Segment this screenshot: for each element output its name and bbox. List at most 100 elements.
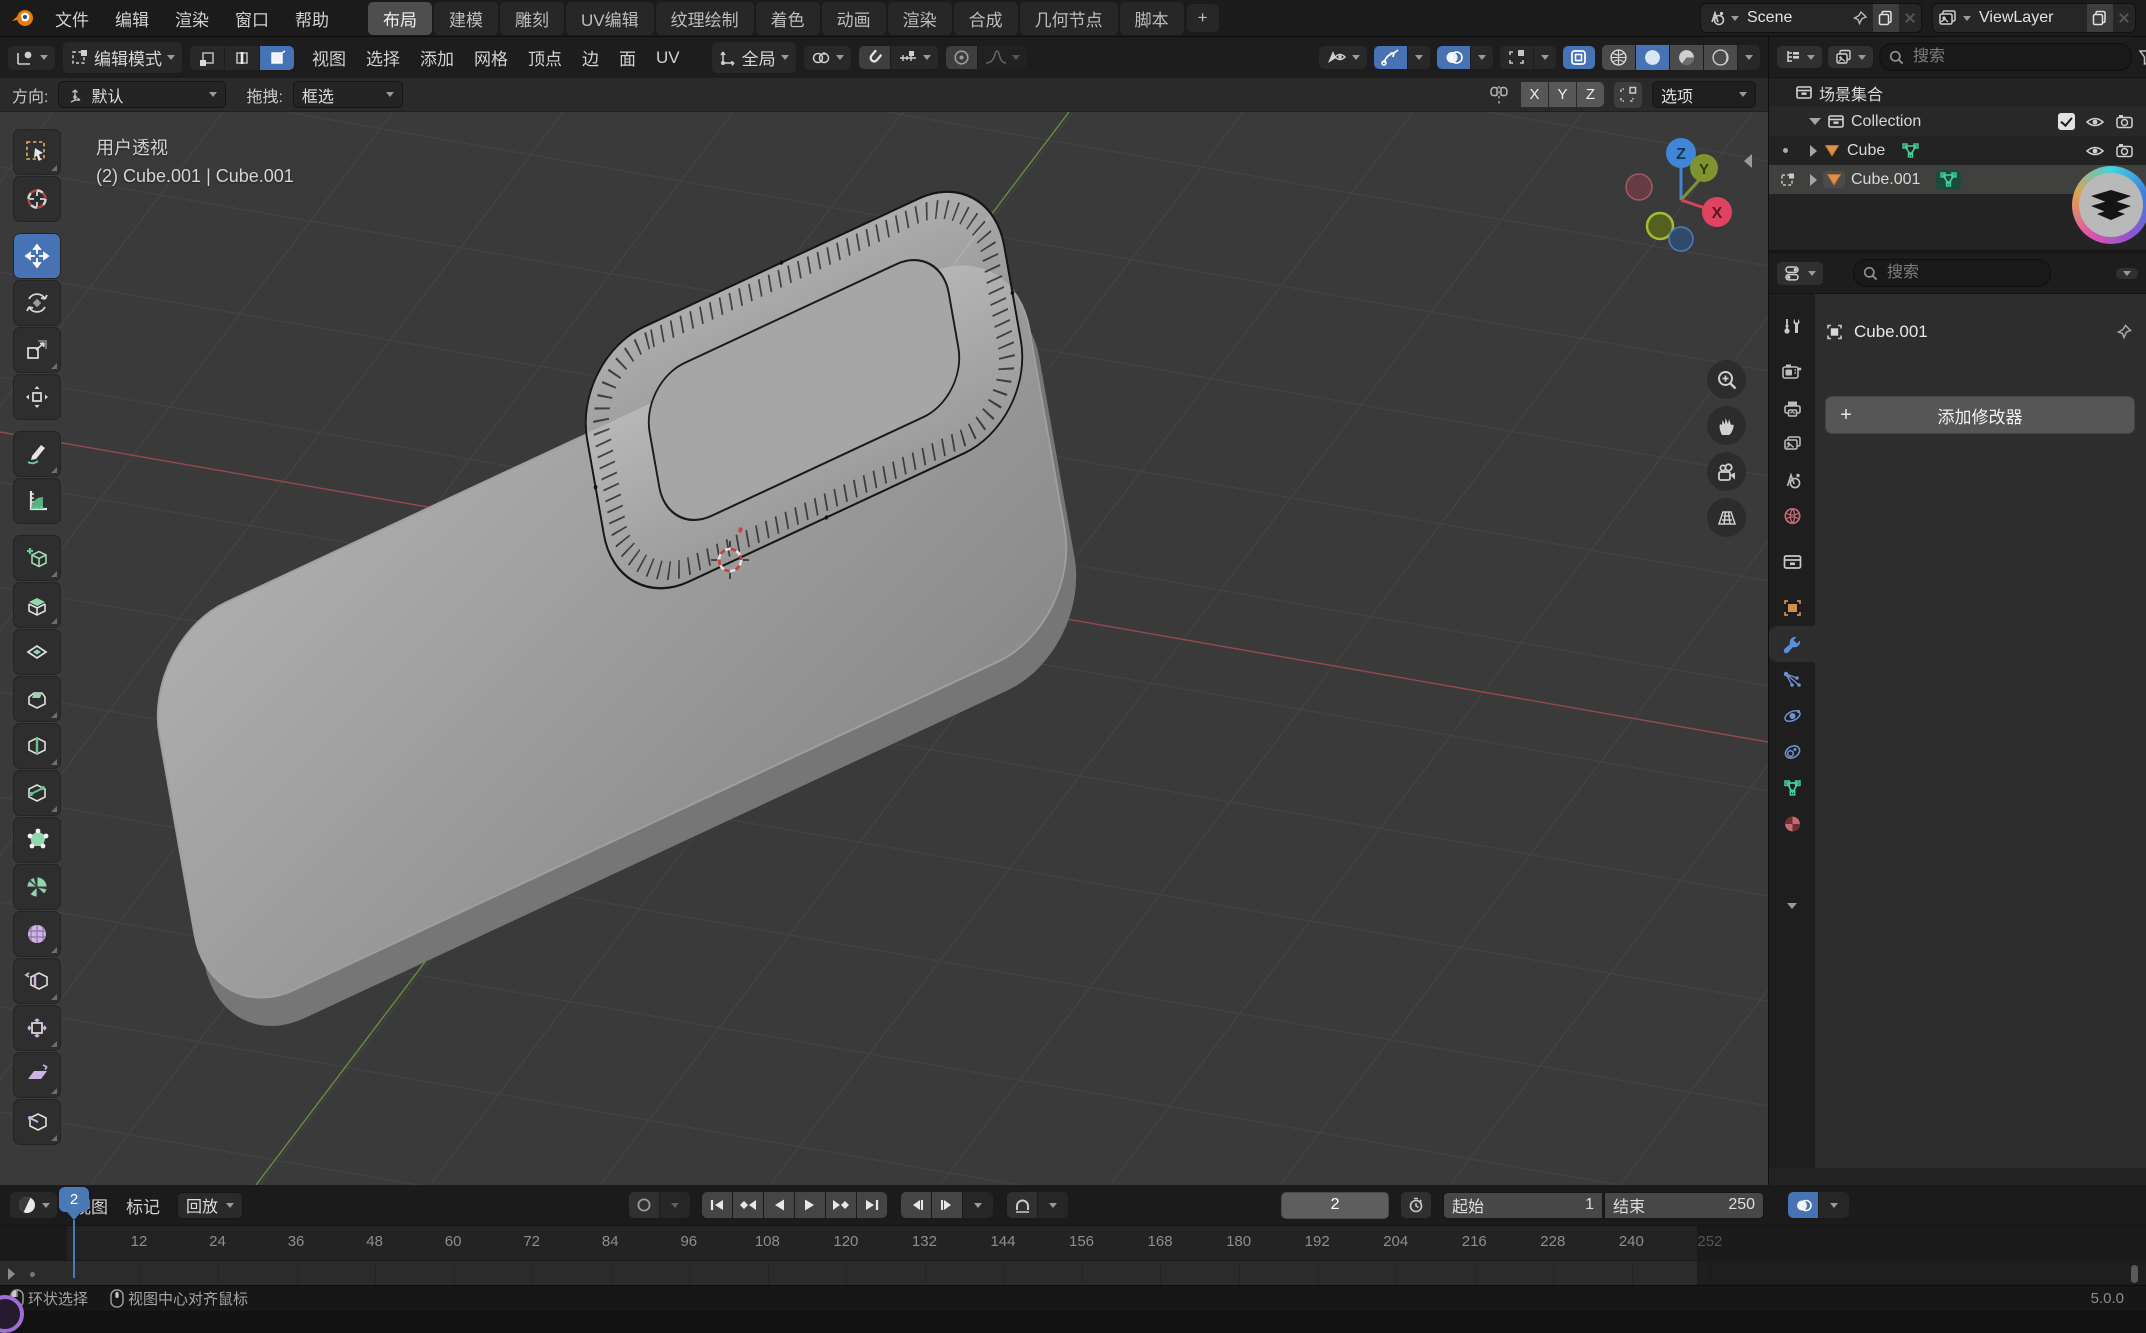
viewlayer-icon[interactable] <box>1933 4 1963 32</box>
tab-tool[interactable] <box>1769 308 1815 344</box>
tool-shrink-fatten[interactable] <box>14 1006 60 1050</box>
frame-step-dropdown[interactable] <box>963 1192 993 1218</box>
timeline-scrollbar[interactable] <box>2131 1265 2138 1283</box>
tool-transform[interactable] <box>14 375 60 419</box>
timeline-ruler[interactable]: 1224364860728496108120132144156168180192… <box>0 1225 2146 1260</box>
next-keyframe-button[interactable] <box>826 1192 856 1218</box>
tab-material[interactable] <box>1769 806 1815 842</box>
camera-icon[interactable] <box>2115 114 2134 129</box>
tool-measure[interactable] <box>14 479 60 523</box>
outliner-filter-button[interactable] <box>2138 49 2146 65</box>
workspace-tab[interactable]: 合成 <box>954 2 1018 35</box>
tab-modifiers[interactable] <box>1769 626 1815 662</box>
properties-editor-type-button[interactable] <box>1777 262 1823 285</box>
collection-checkbox[interactable] <box>2058 113 2075 130</box>
properties-search-input[interactable] <box>1885 263 2041 283</box>
tab-object[interactable] <box>1769 590 1815 626</box>
viewport-menu-item[interactable]: 选择 <box>356 45 410 70</box>
collapse-sidebar-arrow[interactable] <box>1744 154 1752 168</box>
remove-viewlayer-icon[interactable] <box>2113 4 2135 32</box>
expand-channels-icon[interactable] <box>8 1268 15 1280</box>
face-select-button[interactable] <box>260 46 294 70</box>
auto-keying-button[interactable] <box>629 1192 659 1218</box>
workspace-tab[interactable]: 建模 <box>434 2 498 35</box>
ortho-toggle-button[interactable] <box>1707 498 1746 537</box>
cube001-name[interactable]: Cube.001 <box>1851 171 1920 189</box>
editor-type-button[interactable] <box>8 46 55 70</box>
viewport-menu-item[interactable]: 面 <box>609 45 646 70</box>
end-frame-field[interactable]: 结束 250 <box>1604 1192 1764 1219</box>
workspace-tab[interactable]: 布局 <box>368 2 432 35</box>
shading-rendered-button[interactable] <box>1704 45 1737 70</box>
sync-dropdown[interactable] <box>1819 1192 1849 1218</box>
new-viewlayer-icon[interactable] <box>2087 4 2113 32</box>
frame-forward-button[interactable] <box>932 1192 962 1218</box>
navigation-gizmo[interactable]: Z Y X <box>1605 128 1745 258</box>
prev-keyframe-button[interactable] <box>733 1192 763 1218</box>
direction-dropdown[interactable]: 默认 <box>58 81 226 108</box>
gizmos-toggle-button[interactable] <box>1374 46 1407 69</box>
vertex-select-button[interactable] <box>190 46 224 70</box>
use-preview-range-button[interactable] <box>1401 1192 1431 1218</box>
outliner-display-mode-button[interactable] <box>1828 46 1873 68</box>
auto-keying-dropdown[interactable] <box>660 1192 690 1218</box>
tool-move[interactable] <box>14 234 60 278</box>
expand-cube001-icon[interactable] <box>1810 174 1817 186</box>
properties-search[interactable] <box>1853 259 2051 287</box>
timeline-editor-type-button[interactable] <box>10 1192 57 1218</box>
orientation-selector[interactable]: 全局 <box>712 42 796 73</box>
loop-dropdown[interactable] <box>1038 1192 1068 1218</box>
workspace-tab[interactable]: 纹理绘制 <box>656 2 754 35</box>
xray-toggle-button[interactable] <box>1563 46 1595 69</box>
tab-constraints[interactable] <box>1769 734 1815 770</box>
start-frame-field[interactable]: 起始 1 <box>1443 1192 1603 1219</box>
tool-box-select[interactable] <box>14 130 60 174</box>
play-button[interactable] <box>795 1192 825 1218</box>
workspace-tab[interactable]: 几何节点 <box>1020 2 1118 35</box>
tab-object-data[interactable] <box>1769 770 1815 806</box>
options-dropdown[interactable]: 选项 <box>1652 81 1756 108</box>
tab-scene[interactable] <box>1769 462 1815 498</box>
tool-scale[interactable] <box>14 328 60 372</box>
tool-smooth[interactable] <box>14 912 60 956</box>
viewport-menu-item[interactable]: 顶点 <box>518 45 572 70</box>
pan-view-button[interactable] <box>1707 406 1746 445</box>
add-workspace-button[interactable]: + <box>1187 4 1219 32</box>
collection-name[interactable]: Collection <box>1851 113 1921 131</box>
snap-base-button[interactable] <box>1614 82 1642 108</box>
shading-dropdown[interactable] <box>1738 45 1760 70</box>
gizmo-neg-z-ball[interactable] <box>1669 227 1693 251</box>
camera-icon[interactable] <box>2115 143 2134 158</box>
mirror-axis-toggle[interactable]: X <box>1521 82 1548 107</box>
tool-edge-slide[interactable] <box>14 959 60 1003</box>
tab-physics[interactable] <box>1769 698 1815 734</box>
viewport-menu-item[interactable]: 网格 <box>464 45 518 70</box>
playhead[interactable]: 2 <box>59 1187 89 1278</box>
tool-add-cube[interactable] <box>14 536 60 580</box>
rail-more-chevron[interactable] <box>1769 888 1815 924</box>
camera-view-button[interactable] <box>1707 452 1746 491</box>
tab-particles[interactable] <box>1769 662 1815 698</box>
mode-selector[interactable]: 编辑模式 <box>63 42 182 73</box>
overlays-toggle-button[interactable] <box>1437 46 1470 69</box>
outliner-row-scene-collection[interactable]: 场景集合 <box>1769 78 2146 107</box>
viewport-menu-item[interactable]: UV <box>646 48 690 68</box>
tool-shear[interactable] <box>14 1053 60 1097</box>
tool-rotate[interactable] <box>14 281 60 325</box>
topbar-menu-item[interactable]: 帮助 <box>282 6 342 31</box>
select-through-dropdown[interactable] <box>1534 46 1556 69</box>
outliner-editor-type-button[interactable] <box>1777 46 1822 68</box>
workspace-tab[interactable]: 渲染 <box>888 2 952 35</box>
proportional-falloff-button[interactable] <box>978 46 1027 69</box>
overlays-dropdown[interactable] <box>1471 46 1493 69</box>
timeline-menu-marker[interactable]: 标记 <box>117 1193 169 1218</box>
workspace-tab[interactable]: 脚本 <box>1120 2 1184 35</box>
outliner-search-input[interactable] <box>1911 47 2122 67</box>
proportional-edit-button[interactable] <box>946 46 977 69</box>
eye-icon[interactable] <box>2085 144 2105 158</box>
topbar-menu-item[interactable]: 编辑 <box>102 6 162 31</box>
object-visibility-button[interactable] <box>1319 46 1367 69</box>
tool-cursor[interactable] <box>14 177 60 221</box>
eye-icon[interactable] <box>2085 115 2105 129</box>
tool-rip-region[interactable] <box>14 1100 60 1144</box>
